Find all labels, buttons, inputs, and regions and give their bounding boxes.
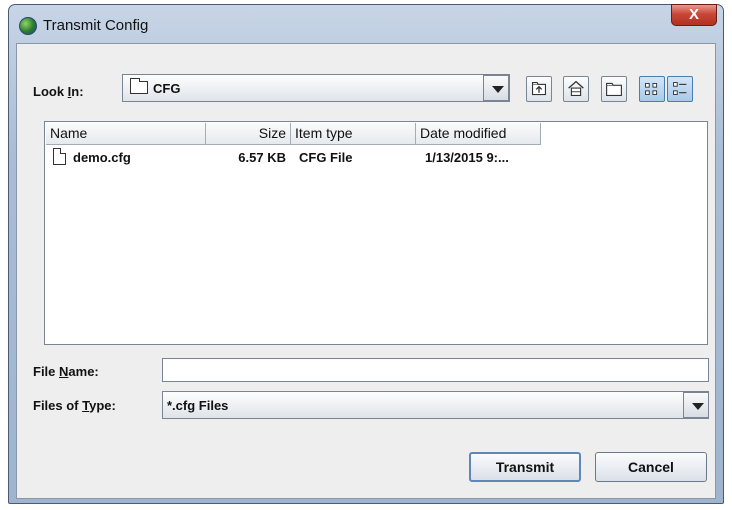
details-view-button[interactable] (667, 76, 693, 102)
list-view-icon (645, 83, 658, 95)
cancel-button[interactable]: Cancel (595, 452, 707, 482)
files-of-type-value: *.cfg Files (167, 398, 229, 413)
look-in-dropdown-button[interactable] (483, 75, 509, 101)
chevron-down-icon (692, 403, 704, 410)
file-list[interactable]: Name Size Item type Date modified demo.c… (44, 121, 708, 345)
files-of-type-label: Files of Type: (33, 398, 116, 413)
title-bar[interactable]: Transmit Config X (9, 4, 723, 43)
dialog-client-area: Look In: CFG Name Size Item type Date mo… (16, 43, 716, 499)
file-size-cell: 6.57 KB (238, 150, 286, 165)
files-of-type-combo[interactable]: *.cfg Files (162, 391, 709, 419)
file-type-cell: CFG File (299, 150, 353, 165)
app-globe-icon (19, 17, 37, 35)
column-header-name[interactable]: Name (46, 123, 206, 145)
home-button[interactable] (563, 76, 589, 102)
new-folder-button[interactable] (601, 76, 627, 102)
files-of-type-dropdown-button[interactable] (683, 392, 709, 418)
file-name-input[interactable] (162, 358, 709, 382)
file-name-cell[interactable]: demo.cfg (73, 148, 131, 168)
look-in-label: Look In: (33, 84, 84, 99)
transmit-button[interactable]: Transmit (469, 452, 581, 482)
look-in-value: CFG (153, 81, 181, 96)
file-name-label: File Name: (33, 364, 99, 379)
column-header-item-type[interactable]: Item type (291, 123, 416, 145)
up-one-level-icon (531, 81, 547, 96)
file-icon (53, 148, 66, 165)
file-date-cell: 1/13/2015 9:... (425, 150, 509, 165)
folder-icon (130, 78, 148, 94)
column-header-date-modified[interactable]: Date modified (416, 123, 541, 145)
window-title: Transmit Config (43, 17, 149, 34)
chevron-down-icon (492, 86, 504, 93)
up-one-level-button[interactable] (526, 76, 552, 102)
look-in-combo[interactable]: CFG (122, 74, 510, 102)
details-view-icon (673, 82, 687, 95)
column-header-size[interactable]: Size (206, 123, 291, 145)
home-icon (568, 80, 584, 97)
close-button[interactable]: X (671, 4, 717, 26)
transmit-config-dialog: Transmit Config X Look In: CFG Name Size… (8, 4, 724, 504)
new-folder-icon (606, 82, 622, 97)
list-view-button[interactable] (639, 76, 665, 102)
